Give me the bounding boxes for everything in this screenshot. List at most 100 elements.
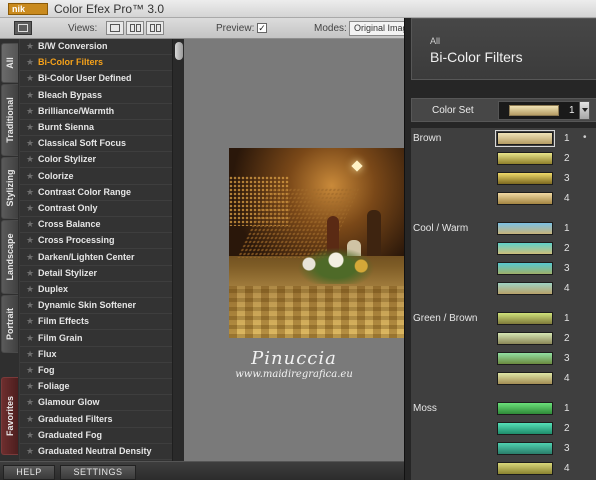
filter-item[interactable]: ★ Bi-Color User Defined: [20, 71, 172, 88]
favorite-star-icon[interactable]: ★: [26, 252, 34, 263]
color-swatch-number: 2: [564, 423, 570, 434]
tab-favorites[interactable]: Favorites: [1, 377, 18, 455]
filter-item[interactable]: ★ Cross Balance: [20, 217, 172, 234]
filter-item[interactable]: ★ Duplex: [20, 282, 172, 298]
filter-list-scrollbar[interactable]: [172, 39, 184, 461]
filter-item-label: Color Stylizer: [38, 154, 97, 165]
preview-checkbox[interactable]: ✓: [257, 23, 267, 33]
filter-item[interactable]: ★ Cross Processing: [20, 233, 172, 250]
filter-item[interactable]: ★ Contrast Only: [20, 201, 172, 217]
filter-controls-panel: All Bi-Color Filters Color Set 1 Brown 1 •…: [404, 18, 596, 480]
favorite-star-icon[interactable]: ★: [26, 349, 34, 360]
color-swatch[interactable]: [497, 372, 553, 385]
color-swatch[interactable]: [497, 172, 553, 185]
tab-traditional[interactable]: Traditional: [1, 84, 18, 156]
filter-item[interactable]: ★ Dynamic Skin Softener: [20, 298, 172, 315]
filter-item[interactable]: ★ Detail Stylizer: [20, 266, 172, 282]
filter-item[interactable]: ★ Fog: [20, 363, 172, 379]
filter-item[interactable]: ★ Color Stylizer: [20, 152, 172, 169]
filter-item-label: Classical Soft Focus: [38, 138, 127, 149]
favorite-star-icon[interactable]: ★: [26, 138, 34, 149]
filter-item[interactable]: ★ Bleach Bypass: [20, 88, 172, 104]
filter-item[interactable]: ★ Film Effects: [20, 314, 172, 331]
color-swatch[interactable]: [497, 282, 553, 295]
favorite-star-icon[interactable]: ★: [26, 333, 34, 344]
favorite-star-icon[interactable]: ★: [26, 430, 34, 441]
help-button[interactable]: HELP: [3, 465, 55, 480]
favorite-star-icon[interactable]: ★: [26, 90, 34, 101]
color-swatch[interactable]: [497, 352, 553, 365]
color-swatch[interactable]: [497, 192, 553, 205]
settings-button[interactable]: SETTINGS: [60, 465, 136, 480]
single-view-icon[interactable]: [14, 21, 32, 35]
color-swatch[interactable]: [497, 222, 553, 235]
chevron-down-icon[interactable]: [579, 102, 589, 119]
color-swatch-number: 3: [564, 173, 570, 184]
scrollbar-thumb[interactable]: [175, 42, 183, 60]
filter-item[interactable]: ★ Graduated Fog: [20, 428, 172, 444]
favorite-star-icon[interactable]: ★: [26, 316, 34, 327]
favorite-star-icon[interactable]: ★: [26, 73, 34, 84]
filter-item[interactable]: ★ Glamour Glow: [20, 395, 172, 412]
modes-dropdown[interactable]: Original Image: [349, 21, 409, 36]
view-full-icon[interactable]: [106, 21, 124, 35]
filter-item[interactable]: ★ Darken/Lighten Center: [20, 250, 172, 266]
tab-landscape[interactable]: Landscape: [1, 220, 18, 294]
filter-item-label: Film Effects: [38, 316, 90, 327]
favorite-star-icon[interactable]: ★: [26, 446, 34, 457]
favorite-star-icon[interactable]: ★: [26, 219, 34, 230]
color-swatch[interactable]: [497, 422, 553, 435]
filter-item[interactable]: ★ Classical Soft Focus: [20, 136, 172, 153]
color-set-swatch: [509, 105, 559, 116]
favorite-star-icon[interactable]: ★: [26, 397, 34, 408]
favorite-star-icon[interactable]: ★: [26, 365, 34, 376]
favorite-star-icon[interactable]: ★: [26, 106, 34, 117]
color-set-label: Color Set: [432, 105, 474, 116]
view-split-icon[interactable]: [126, 21, 144, 35]
color-swatch[interactable]: [497, 442, 553, 455]
filter-item[interactable]: ★ Burnt Sienna: [20, 120, 172, 136]
filter-item[interactable]: ★ B/W Conversion: [20, 39, 172, 55]
filter-item[interactable]: ★ Film Grain: [20, 331, 172, 347]
favorite-star-icon[interactable]: ★: [26, 57, 34, 68]
filter-item-label: Cross Balance: [38, 219, 101, 230]
color-swatch[interactable]: [497, 152, 553, 165]
favorite-star-icon[interactable]: ★: [26, 414, 34, 425]
preview-image: [229, 148, 406, 338]
filter-item[interactable]: ★ Contrast Color Range: [20, 185, 172, 201]
color-swatch[interactable]: [497, 312, 553, 325]
color-set-group-name: Moss: [413, 403, 437, 414]
filter-item[interactable]: ★ Bi-Color Filters: [20, 55, 172, 72]
color-swatch[interactable]: [497, 402, 553, 415]
color-swatch[interactable]: [495, 130, 555, 147]
color-swatch[interactable]: [497, 462, 553, 475]
favorite-star-icon[interactable]: ★: [26, 300, 34, 311]
filter-item[interactable]: ★ Graduated Neutral Density: [20, 444, 172, 460]
filter-item[interactable]: ★ Graduated Filters: [20, 412, 172, 428]
favorite-star-icon[interactable]: ★: [26, 187, 34, 198]
filter-item-label: Graduated Neutral Density: [38, 446, 152, 456]
tab-all[interactable]: All: [1, 43, 18, 83]
filter-item[interactable]: ★ Foliage: [20, 379, 172, 396]
filter-item-label: Darken/Lighten Center: [38, 251, 135, 262]
filter-item[interactable]: ★ Flux: [20, 347, 172, 363]
color-swatch[interactable]: [497, 242, 553, 255]
color-set-group-name: Brown: [413, 133, 442, 144]
view-side-by-side-icon[interactable]: [146, 21, 164, 35]
filter-item[interactable]: ★ Brilliance/Warmth: [20, 104, 172, 120]
favorite-star-icon[interactable]: ★: [26, 203, 34, 214]
favorite-star-icon[interactable]: ★: [26, 284, 34, 295]
favorite-star-icon[interactable]: ★: [26, 171, 34, 182]
color-set-dropdown[interactable]: 1: [498, 101, 590, 120]
color-swatch[interactable]: [497, 262, 553, 275]
tab-portrait[interactable]: Portrait: [1, 295, 18, 353]
favorite-star-icon[interactable]: ★: [26, 268, 34, 279]
favorite-star-icon[interactable]: ★: [26, 154, 34, 165]
tab-stylizing[interactable]: Stylizing: [1, 157, 18, 219]
color-swatch[interactable]: [497, 332, 553, 345]
favorite-star-icon[interactable]: ★: [26, 122, 34, 133]
favorite-star-icon[interactable]: ★: [26, 381, 34, 392]
favorite-star-icon[interactable]: ★: [26, 41, 34, 52]
favorite-star-icon[interactable]: ★: [26, 235, 34, 246]
filter-item[interactable]: ★ Colorize: [20, 169, 172, 185]
